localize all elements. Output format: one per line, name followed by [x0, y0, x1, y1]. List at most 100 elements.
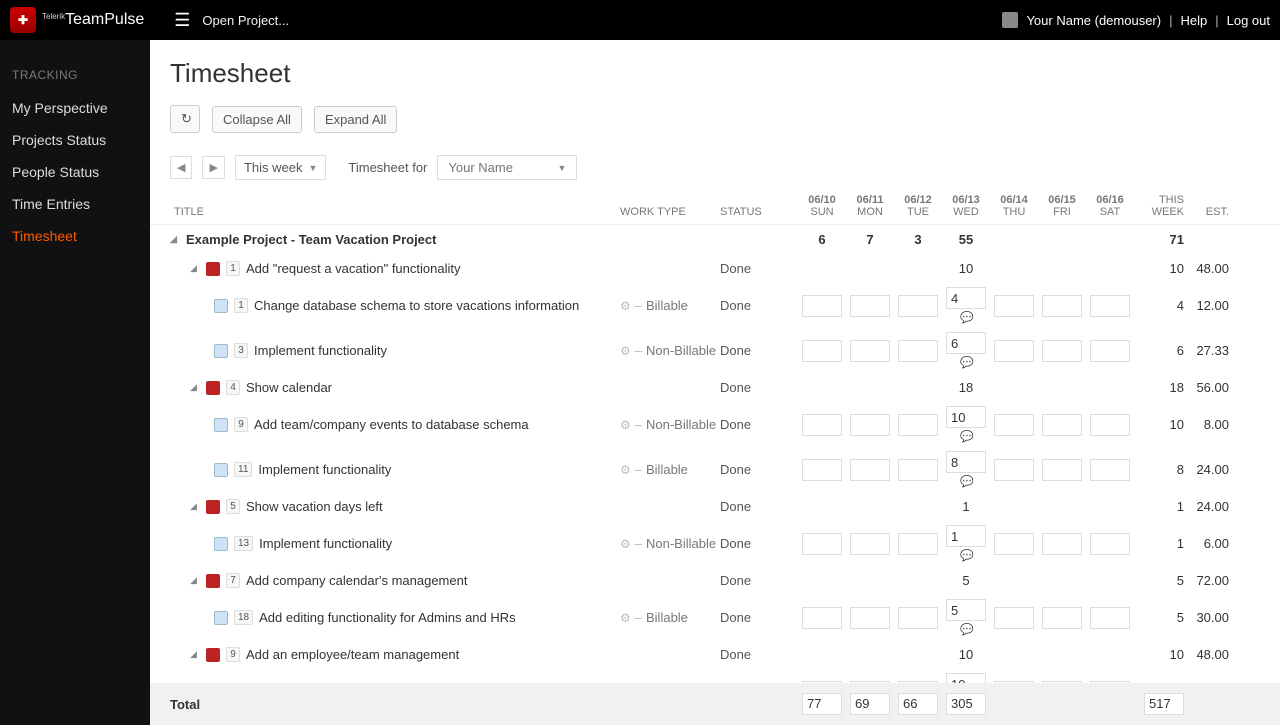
task-title: Implement functionality — [258, 462, 391, 477]
time-input[interactable] — [1090, 459, 1130, 481]
comment-icon[interactable]: 💬 — [960, 431, 974, 443]
page-title: Timesheet — [150, 40, 1280, 105]
week-value: 1 — [1134, 499, 1184, 514]
time-input[interactable] — [946, 406, 986, 428]
status: Done — [720, 417, 798, 432]
time-input[interactable] — [946, 673, 986, 683]
sidebar-heading: TRACKING — [0, 60, 150, 92]
time-input[interactable] — [1090, 295, 1130, 317]
est-value: 27.33 — [1184, 343, 1229, 358]
refresh-button[interactable]: ↻ — [170, 105, 200, 133]
collapse-icon[interactable]: ◢ — [190, 382, 200, 393]
time-input[interactable] — [898, 607, 938, 629]
time-input[interactable] — [994, 295, 1034, 317]
collapse-icon[interactable]: ◢ — [190, 501, 200, 512]
time-input[interactable] — [994, 459, 1034, 481]
gear-icon[interactable]: ⚙ — [620, 611, 631, 625]
time-input[interactable] — [1090, 340, 1130, 362]
collapse-icon[interactable]: ◢ — [170, 234, 180, 245]
total-day: 305 — [942, 693, 990, 715]
sidebar-item-time-entries[interactable]: Time Entries — [0, 188, 150, 220]
day-value: 18 — [942, 380, 990, 395]
grid-row: 18 Add editing functionality for Admins … — [150, 595, 1280, 640]
filter-row: ◀ ▶ This week ▼ Timesheet for Your Name … — [150, 143, 1280, 186]
gear-icon[interactable]: ⚙ — [620, 418, 631, 432]
gear-icon[interactable]: ⚙ — [620, 537, 631, 551]
time-input[interactable] — [850, 414, 890, 436]
time-input[interactable] — [994, 533, 1034, 555]
logout-link[interactable]: Log out — [1227, 13, 1270, 28]
time-input[interactable] — [850, 295, 890, 317]
task-icon — [214, 537, 228, 551]
prev-week-button[interactable]: ◀ — [170, 156, 192, 179]
time-input[interactable] — [898, 295, 938, 317]
timesheet-for-label: Timesheet for — [348, 160, 427, 175]
time-input[interactable] — [946, 332, 986, 354]
time-input[interactable] — [850, 607, 890, 629]
time-input[interactable] — [802, 607, 842, 629]
logo-icon: ✚ — [10, 7, 36, 33]
id-badge: 9 — [226, 647, 240, 662]
comment-icon[interactable]: 💬 — [960, 550, 974, 562]
menu-icon[interactable]: ☰ — [174, 10, 190, 31]
time-input[interactable] — [802, 533, 842, 555]
comment-icon[interactable]: 💬 — [960, 624, 974, 636]
time-input[interactable] — [1042, 414, 1082, 436]
time-input[interactable] — [850, 340, 890, 362]
time-input[interactable] — [898, 533, 938, 555]
time-input[interactable] — [946, 451, 986, 473]
time-input[interactable] — [994, 607, 1034, 629]
time-input[interactable] — [802, 414, 842, 436]
collapse-icon[interactable]: ◢ — [190, 649, 200, 660]
time-input[interactable] — [994, 340, 1034, 362]
collapse-all-button[interactable]: Collapse All — [212, 106, 302, 133]
time-input[interactable] — [946, 525, 986, 547]
collapse-icon[interactable]: ◢ — [190, 263, 200, 274]
sidebar-item-people-status[interactable]: People Status — [0, 156, 150, 188]
time-input[interactable] — [1090, 533, 1130, 555]
time-input[interactable] — [946, 599, 986, 621]
next-week-button[interactable]: ▶ — [202, 156, 224, 179]
expand-all-button[interactable]: Expand All — [314, 106, 397, 133]
gear-icon[interactable]: ⚙ — [620, 299, 631, 313]
time-input[interactable] — [898, 340, 938, 362]
time-input[interactable] — [802, 340, 842, 362]
time-input[interactable] — [802, 459, 842, 481]
day-value: 5 — [942, 573, 990, 588]
total-day: 77 — [798, 693, 846, 715]
time-input[interactable] — [1042, 295, 1082, 317]
week-picker[interactable]: This week ▼ — [235, 155, 326, 180]
work-type: Non-Billable — [646, 536, 716, 551]
user-link[interactable]: Your Name (demouser) — [1026, 13, 1161, 28]
time-input[interactable] — [1042, 340, 1082, 362]
time-input[interactable] — [850, 459, 890, 481]
grid-row: ◢ Example Project - Team Vacation Projec… — [150, 225, 1280, 254]
logo[interactable]: ✚ TelerikTeamPulse — [10, 7, 144, 33]
time-input[interactable] — [898, 414, 938, 436]
gear-icon[interactable]: ⚙ — [620, 344, 631, 358]
time-input[interactable] — [898, 459, 938, 481]
open-project-link[interactable]: Open Project... — [202, 13, 289, 28]
sidebar-item-my-perspective[interactable]: My Perspective — [0, 92, 150, 124]
time-input[interactable] — [1042, 607, 1082, 629]
gear-icon[interactable]: ⚙ — [620, 463, 631, 477]
time-input[interactable] — [850, 533, 890, 555]
collapse-icon[interactable]: ◢ — [190, 575, 200, 586]
time-input[interactable] — [802, 295, 842, 317]
time-input[interactable] — [1090, 414, 1130, 436]
time-input[interactable] — [1090, 607, 1130, 629]
person-select[interactable]: Your Name ▼ — [437, 155, 577, 180]
sidebar-item-projects-status[interactable]: Projects Status — [0, 124, 150, 156]
time-input[interactable] — [1042, 533, 1082, 555]
week-value: 10 — [1134, 261, 1184, 276]
time-input[interactable] — [1042, 459, 1082, 481]
time-input[interactable] — [994, 414, 1034, 436]
comment-icon[interactable]: 💬 — [960, 357, 974, 369]
id-badge: 1 — [234, 298, 248, 313]
time-input[interactable] — [946, 287, 986, 309]
help-link[interactable]: Help — [1180, 13, 1207, 28]
comment-icon[interactable]: 💬 — [960, 312, 974, 324]
comment-icon[interactable]: 💬 — [960, 476, 974, 488]
avatar[interactable] — [1002, 12, 1018, 28]
sidebar-item-timesheet[interactable]: Timesheet — [0, 220, 150, 252]
